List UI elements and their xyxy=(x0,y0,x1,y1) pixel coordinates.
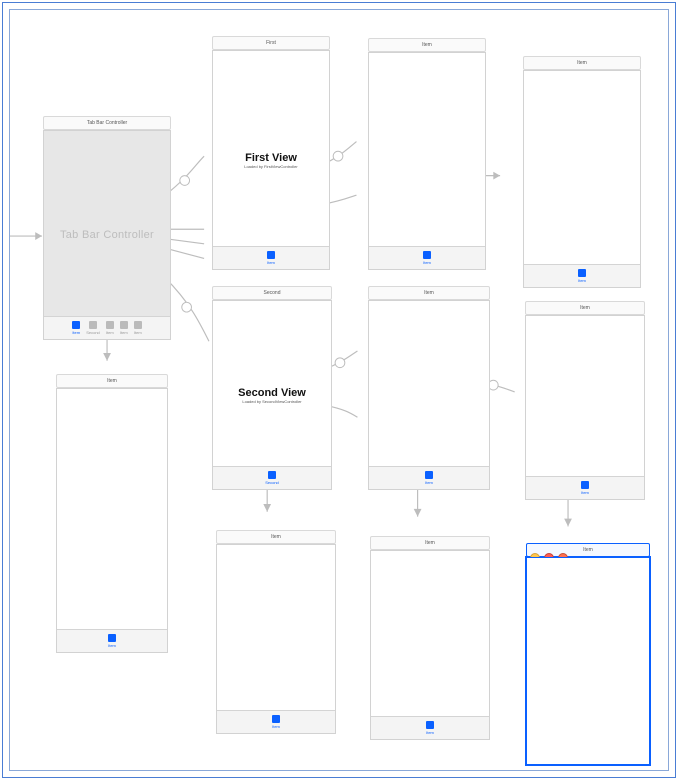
first-sub: Loaded by FirstViewController xyxy=(244,164,298,169)
scene-item-d[interactable]: Item Item xyxy=(368,300,490,490)
scene-first[interactable]: First First View Loaded by FirstViewCont… xyxy=(212,50,330,270)
scene-item-c[interactable]: Item Item xyxy=(523,70,641,288)
tabbar[interactable]: Item xyxy=(524,264,640,287)
first-heading: First View xyxy=(245,152,297,164)
outer-frame: Tab Bar Controller Tab Bar Controller It… xyxy=(2,2,676,778)
scene-item-g[interactable]: Item Item xyxy=(370,550,490,740)
tab-item-label: Item xyxy=(423,260,431,265)
scene-item-selected[interactable]: Item xyxy=(525,556,651,766)
scene-item-e[interactable]: Item Item xyxy=(525,315,645,500)
scene-title: Item xyxy=(368,38,486,52)
scene-title: Item xyxy=(525,301,645,315)
tab-item[interactable]: Item xyxy=(272,715,280,729)
tab-item-label: Item xyxy=(272,724,280,729)
tabbar[interactable]: Second xyxy=(213,466,331,489)
scene-title: Item xyxy=(368,286,490,300)
tab-item[interactable]: Item xyxy=(108,634,116,648)
tab-item[interactable]: Item xyxy=(426,721,434,735)
tab-item-label: Second xyxy=(86,330,100,335)
storyboard-canvas[interactable]: Tab Bar Controller Tab Bar Controller It… xyxy=(10,10,668,770)
tabbar[interactable]: Item xyxy=(213,246,329,269)
tabbar[interactable]: Item xyxy=(57,629,167,652)
tab-item-label: Item xyxy=(267,260,275,265)
tab-item-label: Item xyxy=(425,480,433,485)
scene-second[interactable]: Second Second View Loaded by SecondViewC… xyxy=(212,300,332,490)
tabbar[interactable]: Item xyxy=(217,710,335,733)
tabbar[interactable]: Item xyxy=(369,246,485,269)
tab-item[interactable]: Second xyxy=(265,471,279,485)
scene-title: Item xyxy=(523,56,641,70)
tabbar[interactable]: Item xyxy=(369,466,489,489)
scene-item-b[interactable]: Item Item xyxy=(368,52,486,270)
tab-item[interactable]: Item xyxy=(423,251,431,265)
second-heading: Second View xyxy=(238,387,306,399)
tab-item-3[interactable]: Item xyxy=(120,321,128,335)
scene-title: Item xyxy=(370,536,490,550)
inner-frame: Tab Bar Controller Tab Bar Controller It… xyxy=(9,9,669,771)
tab-item-2[interactable]: Item xyxy=(106,321,114,335)
scene-title: Item xyxy=(56,374,168,388)
tabbar[interactable]: Item xyxy=(526,476,644,499)
tab-item-label: Item xyxy=(426,730,434,735)
tab-item-label: Second xyxy=(265,480,279,485)
tab-item-1[interactable]: Second xyxy=(86,321,100,335)
tabbar[interactable]: Item xyxy=(371,716,489,739)
tab-item[interactable]: Item xyxy=(581,481,589,495)
tab-item[interactable]: Item xyxy=(267,251,275,265)
tab-item-label: Item xyxy=(106,330,114,335)
tab-item-4[interactable]: Item xyxy=(134,321,142,335)
scene-item-f[interactable]: Item Item xyxy=(216,544,336,734)
tabbar[interactable]: Item Second Item Item Item xyxy=(44,316,170,339)
scene-title: First xyxy=(212,36,330,50)
tab-item-0[interactable]: Item xyxy=(72,321,80,335)
scene-title: Tab Bar Controller xyxy=(43,116,171,130)
tab-item-label: Item xyxy=(120,330,128,335)
scene-item-a[interactable]: Item Item xyxy=(56,388,168,653)
tab-item-label: Item xyxy=(581,490,589,495)
scene-title: Item xyxy=(216,530,336,544)
tab-item[interactable]: Item xyxy=(425,471,433,485)
tab-item-label: Item xyxy=(108,643,116,648)
scene-tabbarcontroller[interactable]: Tab Bar Controller Tab Bar Controller It… xyxy=(43,130,171,340)
tab-item-label: Item xyxy=(72,330,80,335)
scene-title: Second xyxy=(212,286,332,300)
second-sub: Loaded by SecondViewController xyxy=(242,399,301,404)
tabbarcontroller-placeholder: Tab Bar Controller xyxy=(60,229,154,241)
tab-item-label: Item xyxy=(134,330,142,335)
tab-item[interactable]: Item xyxy=(578,269,586,283)
tab-item-label: Item xyxy=(578,278,586,283)
